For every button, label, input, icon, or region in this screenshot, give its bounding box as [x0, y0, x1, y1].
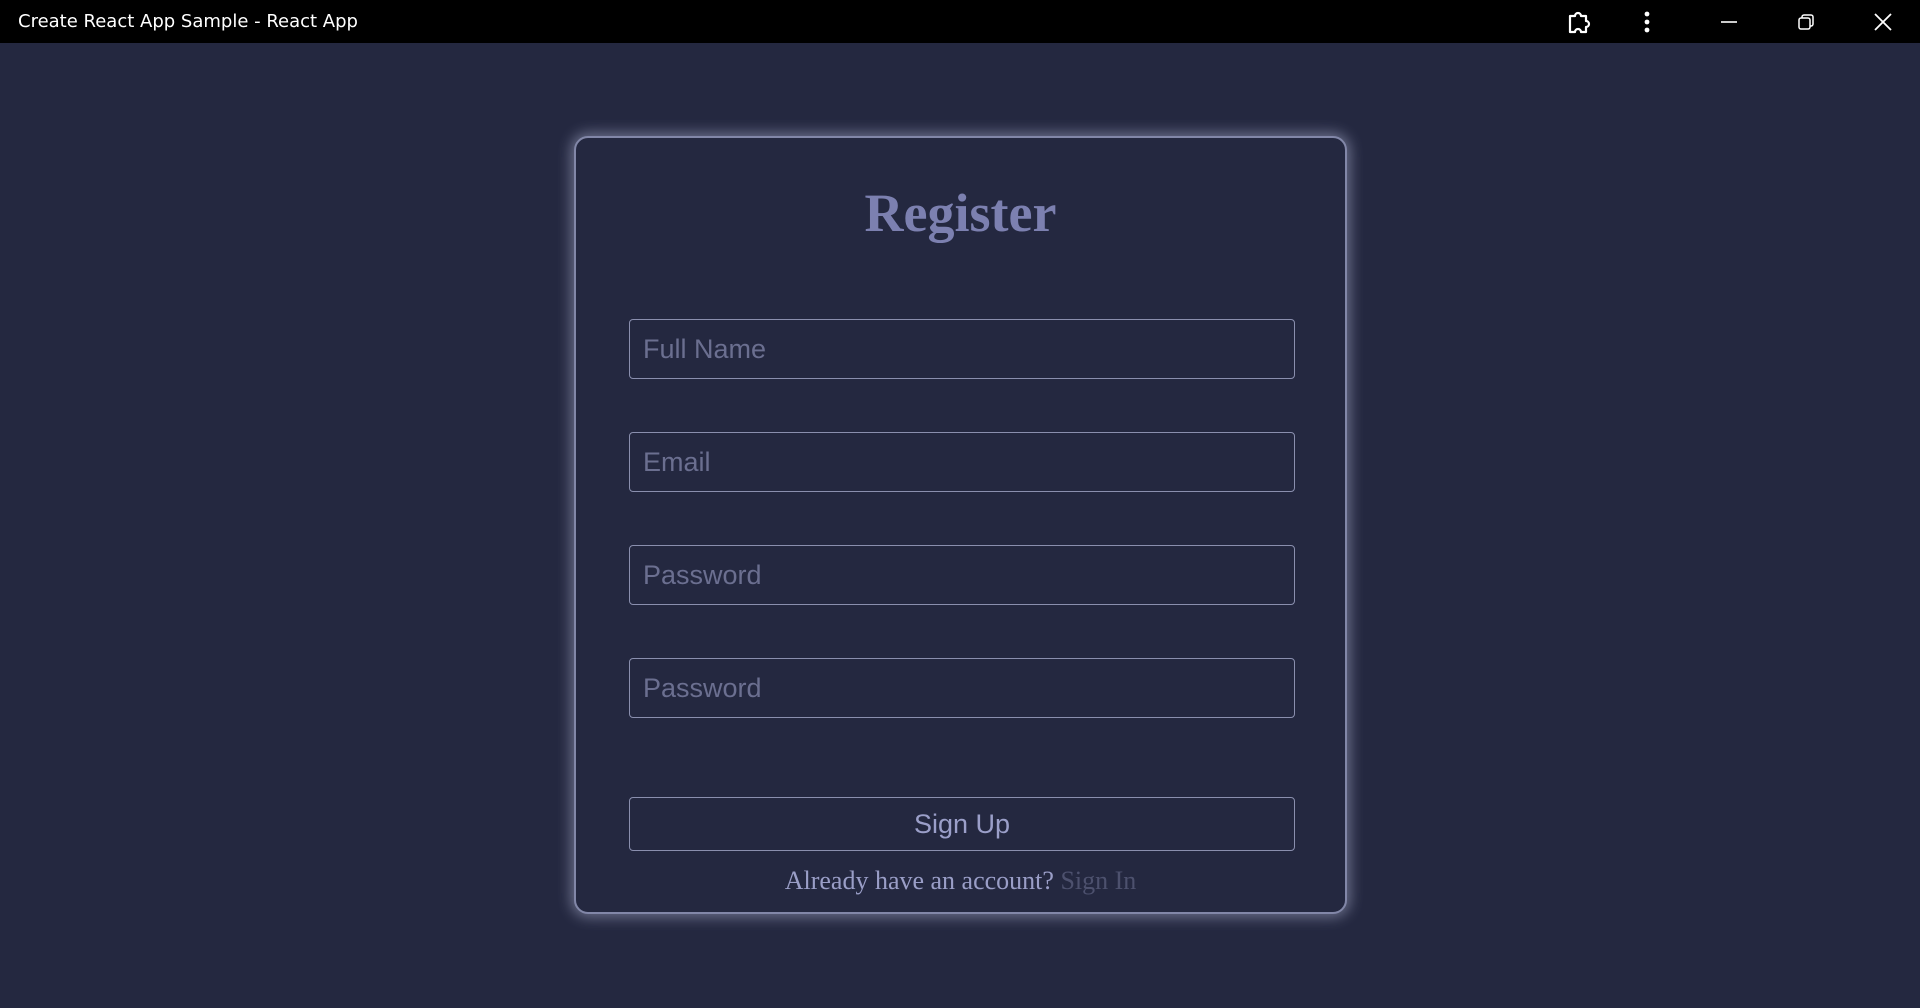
restore-button[interactable] — [1776, 0, 1836, 43]
close-icon — [1874, 12, 1892, 31]
page-body: Register Sign Up Already have an account… — [0, 43, 1920, 1008]
register-card: Register Sign Up Already have an account… — [574, 136, 1347, 914]
minimize-icon — [1720, 13, 1738, 31]
window-titlebar: Create React App Sample - React App — [0, 0, 1920, 43]
confirm-password-input[interactable] — [629, 658, 1295, 718]
sign-in-prompt: Already have an account? Sign In — [576, 866, 1345, 896]
email-input[interactable] — [629, 432, 1295, 492]
close-button[interactable] — [1853, 0, 1913, 43]
full-name-input[interactable] — [629, 319, 1295, 379]
sign-up-button[interactable]: Sign Up — [629, 797, 1295, 851]
puzzle-icon — [1567, 9, 1593, 35]
sign-in-link[interactable]: Sign In — [1060, 866, 1136, 895]
more-vertical-icon — [1643, 10, 1651, 34]
extension-button[interactable] — [1550, 0, 1610, 43]
window-title: Create React App Sample - React App — [18, 11, 358, 32]
register-heading: Register — [864, 183, 1057, 243]
password-input[interactable] — [629, 545, 1295, 605]
restore-icon — [1797, 13, 1815, 31]
minimize-button[interactable] — [1699, 0, 1759, 43]
browser-menu-button[interactable] — [1617, 0, 1677, 43]
sign-in-prompt-text: Already have an account? — [784, 866, 1054, 895]
